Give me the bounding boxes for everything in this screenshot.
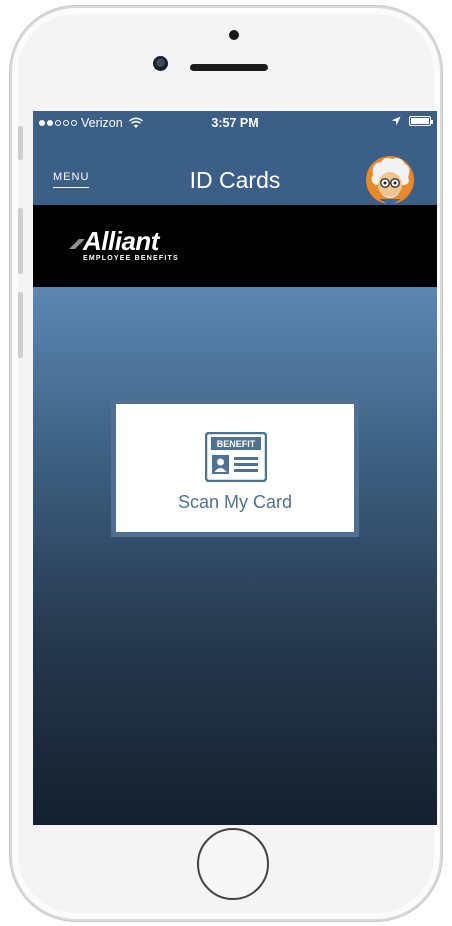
earpiece-speaker <box>190 64 268 71</box>
volume-down-button <box>18 292 23 358</box>
mute-switch <box>18 126 23 160</box>
battery-icon <box>409 116 433 126</box>
main-content: BENEFIT Scan My Card <box>33 287 437 825</box>
home-button[interactable] <box>197 828 269 900</box>
navigation-bar: MENU ID Cards <box>33 135 437 205</box>
status-time: 3:57 PM <box>211 116 259 130</box>
brand-banner: Alliant EMPLOYEE BENEFITS <box>33 205 437 287</box>
status-bar: Verizon 3:57 PM <box>33 111 437 135</box>
alliant-logo: Alliant EMPLOYEE BENEFITS <box>69 226 179 262</box>
brand-tagline: EMPLOYEE BENEFITS <box>83 255 179 262</box>
app-screen: Verizon 3:57 PM MENU ID Cards Alliant EM… <box>33 111 437 825</box>
brand-name: Alliant <box>83 226 159 256</box>
volume-up-button <box>18 208 23 274</box>
benefit-card-icon: BENEFIT <box>205 432 267 482</box>
proximity-sensor <box>229 30 239 40</box>
front-camera-icon <box>153 56 168 71</box>
status-right <box>391 116 433 126</box>
benefit-card-text: BENEFIT <box>217 439 256 449</box>
location-arrow-icon <box>391 116 401 126</box>
scan-my-card-label: Scan My Card <box>177 492 293 512</box>
scan-my-card-button[interactable]: BENEFIT Scan My Card <box>111 399 359 537</box>
avatar-icon[interactable] <box>365 155 415 205</box>
